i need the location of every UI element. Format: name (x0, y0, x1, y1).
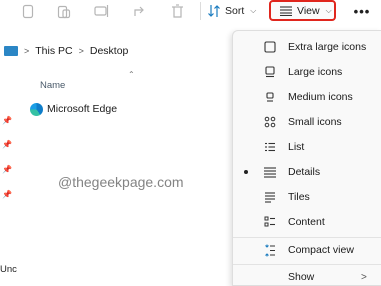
pin-icon[interactable]: 📌 (2, 140, 12, 149)
menu-item-small-icons[interactable]: Small icons (233, 111, 381, 133)
copy-icon[interactable] (20, 3, 36, 19)
tiles-icon (263, 190, 277, 204)
sort-button[interactable]: Sort ⌵ (207, 2, 256, 20)
menu-item-show[interactable]: Show > (233, 266, 381, 286)
large-icons-icon (263, 65, 277, 79)
chevron-right-icon: > (361, 271, 367, 283)
more-options-icon: ••• (353, 3, 371, 19)
details-icon (263, 165, 277, 179)
chevron-right-icon: > (24, 46, 30, 56)
menu-item-extra-large-icons[interactable]: Extra large icons (233, 36, 381, 58)
paste-icon[interactable] (56, 3, 72, 19)
chevron-down-icon: ⌵ (325, 5, 332, 15)
menu-item-large-icons[interactable]: Large icons (233, 61, 381, 83)
menu-item-content[interactable]: Content (233, 211, 381, 233)
delete-icon[interactable] (169, 3, 185, 19)
sort-icon (208, 5, 220, 17)
sort-label: Sort (225, 5, 245, 17)
sort-ascending-icon: ⌃ (128, 70, 135, 79)
view-label: View (297, 4, 320, 17)
this-pc-icon (4, 46, 18, 56)
menu-item-compact-view[interactable]: Compact view (233, 239, 381, 261)
pin-icon[interactable]: 📌 (2, 116, 12, 125)
file-name: Microsoft Edge (47, 103, 118, 115)
watermark: @thegeekpage.com (58, 174, 184, 190)
list-item[interactable]: Microsoft Edge (30, 100, 117, 118)
more-options-button[interactable]: ••• (352, 2, 372, 20)
view-icon (280, 5, 292, 16)
rename-icon[interactable] (94, 3, 110, 19)
edge-icon (30, 102, 43, 116)
menu-item-medium-icons[interactable]: Medium icons (233, 86, 381, 108)
breadcrumb-desktop[interactable]: Desktop (90, 45, 129, 57)
view-button[interactable]: View ⌵ (269, 0, 336, 21)
command-bar: Sort ⌵ View ⌵ ••• (0, 0, 381, 26)
extra-large-icons-icon (263, 40, 277, 54)
breadcrumb-this-pc[interactable]: This PC (35, 45, 72, 57)
medium-icons-icon (263, 90, 277, 104)
breadcrumb: > This PC > Desktop (0, 40, 128, 62)
pin-icon[interactable]: 📌 (2, 165, 12, 174)
content-icon (263, 215, 277, 229)
pin-icon[interactable]: 📌 (2, 190, 12, 199)
chevron-right-icon: > (78, 46, 84, 56)
menu-item-tiles[interactable]: Tiles (233, 186, 381, 208)
small-icons-icon (263, 115, 277, 129)
nav-pane-label[interactable]: Unc (0, 264, 17, 275)
selected-bullet-icon (244, 170, 248, 174)
menu-divider (233, 237, 381, 238)
menu-item-list[interactable]: List (233, 136, 381, 158)
view-menu: Extra large icons Large icons Medium ico… (232, 30, 381, 286)
menu-item-details[interactable]: Details (233, 161, 381, 183)
column-header-name[interactable]: Name (40, 80, 65, 91)
share-icon[interactable] (132, 3, 148, 19)
chevron-down-icon: ⌵ (250, 6, 257, 15)
menu-divider (233, 264, 381, 265)
compact-view-icon (263, 243, 277, 257)
toolbar-divider (200, 2, 201, 20)
list-icon (263, 140, 277, 154)
